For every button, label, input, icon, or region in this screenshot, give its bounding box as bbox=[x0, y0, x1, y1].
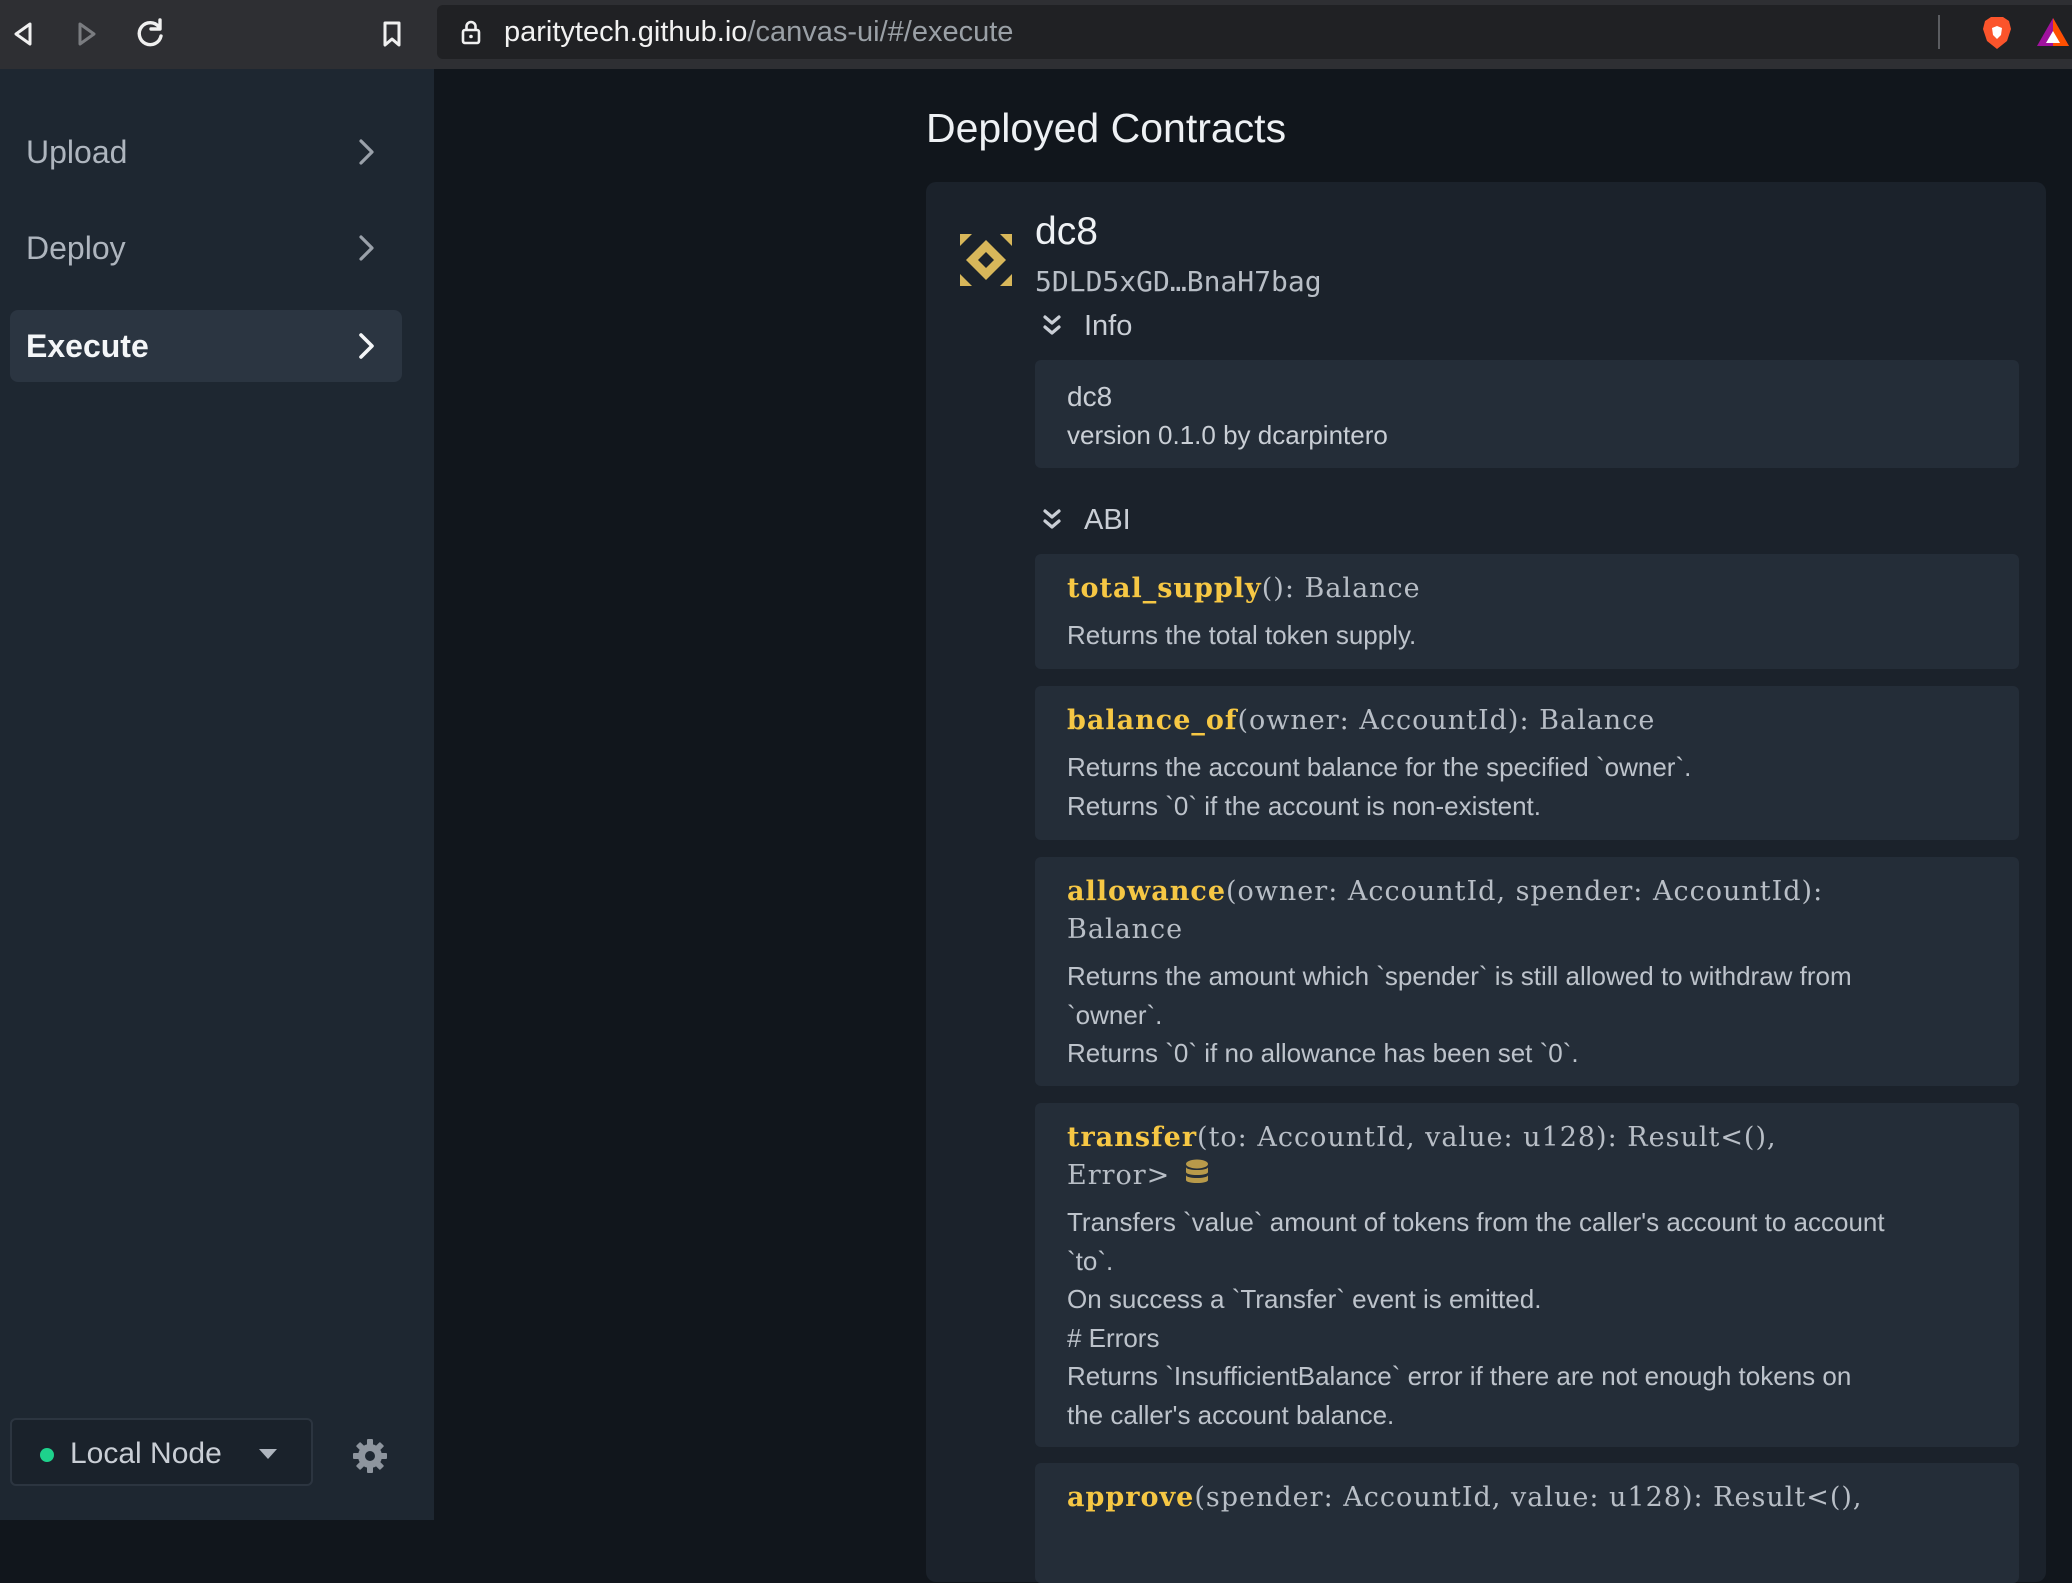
message-name: approve bbox=[1067, 1482, 1195, 1513]
abi-message-balance-of[interactable]: balance_of(owner: AccountId): Balance Re… bbox=[1035, 686, 2019, 840]
sidebar-item-execute[interactable]: Execute bbox=[10, 310, 402, 382]
message-signature: total_supply(): Balance bbox=[1067, 570, 1987, 608]
url-host: paritytech.github.io bbox=[504, 16, 748, 48]
info-toggle-label: Info bbox=[1084, 309, 1133, 342]
page-title: Deployed Contracts bbox=[926, 105, 1287, 151]
abi-toggle[interactable]: ABI bbox=[1040, 502, 1131, 538]
message-doc: Returns the total token supply. bbox=[1067, 620, 1417, 650]
abi-message-allowance[interactable]: allowance(owner: AccountId, spender: Acc… bbox=[1035, 857, 2019, 1086]
caret-down-icon bbox=[259, 1449, 277, 1459]
sidebar-item-label: Upload bbox=[26, 133, 128, 170]
abi-message-approve[interactable]: approve(spender: AccountId, value: u128)… bbox=[1035, 1463, 2019, 1583]
info-version: version 0.1.0 by dcarpintero bbox=[1067, 420, 1388, 450]
sidebar-item-upload[interactable]: Upload bbox=[10, 116, 402, 188]
message-signature: transfer(to: AccountId, value: u128): Re… bbox=[1067, 1119, 1987, 1195]
sidebar-item-label: Execute bbox=[26, 327, 149, 364]
message-name: total_supply bbox=[1067, 573, 1262, 604]
contract-info-panel: dc8 version 0.1.0 by dcarpintero bbox=[1035, 360, 2019, 468]
contract-identicon bbox=[960, 234, 1012, 286]
coins-stack-icon bbox=[1186, 1159, 1209, 1183]
divider bbox=[1938, 15, 1940, 49]
message-name: balance_of bbox=[1067, 705, 1238, 736]
back-icon[interactable] bbox=[4, 14, 44, 54]
url-path: /canvas-ui/#/execute bbox=[747, 16, 1014, 48]
contract-name: dc8 bbox=[1035, 210, 1098, 253]
message-name: transfer bbox=[1067, 1122, 1198, 1153]
lock-icon bbox=[457, 18, 485, 46]
abi-message-transfer[interactable]: transfer(to: AccountId, value: u128): Re… bbox=[1035, 1103, 2019, 1447]
forward-icon[interactable] bbox=[66, 14, 106, 54]
address-bar[interactable]: paritytech.github.io/canvas-ui/#/execute bbox=[437, 5, 2072, 59]
message-params: (): Balance bbox=[1261, 573, 1421, 604]
sidebar-item-label: Deploy bbox=[26, 229, 126, 266]
node-status-dot bbox=[40, 1448, 54, 1462]
brave-rewards-icon[interactable] bbox=[2035, 15, 2071, 51]
message-signature: balance_of(owner: AccountId): Balance bbox=[1067, 702, 1987, 740]
message-name: allowance bbox=[1067, 876, 1227, 907]
sidebar: Upload Deploy Execute bbox=[0, 69, 434, 1520]
message-params: (spender: AccountId, value: u128): Resul… bbox=[1194, 1482, 1863, 1513]
info-name: dc8 bbox=[1067, 381, 1113, 412]
chevron-right-icon bbox=[359, 235, 374, 261]
brave-shields-icon[interactable] bbox=[1977, 13, 2017, 53]
chevron-right-icon bbox=[359, 333, 374, 359]
message-signature: allowance(owner: AccountId, spender: Acc… bbox=[1067, 873, 1987, 949]
contract-address[interactable]: 5DLD5xGD…BnaH7bag bbox=[1035, 265, 1322, 298]
chevron-right-icon bbox=[359, 139, 374, 165]
sidebar-item-deploy[interactable]: Deploy bbox=[10, 212, 402, 284]
info-toggle[interactable]: Info bbox=[1040, 308, 1132, 344]
message-signature: approve(spender: AccountId, value: u128)… bbox=[1067, 1479, 1987, 1517]
message-doc: Transfers `value` amount of tokens from … bbox=[1067, 1207, 1885, 1430]
node-label: Local Node bbox=[70, 1437, 222, 1470]
bookmark-icon[interactable] bbox=[372, 14, 412, 54]
reload-icon[interactable] bbox=[130, 14, 170, 54]
gear-icon[interactable] bbox=[350, 1436, 390, 1476]
message-params: (owner: AccountId): Balance bbox=[1237, 705, 1656, 736]
message-doc: Returns the account balance for the spec… bbox=[1067, 752, 1692, 821]
chevrons-down-icon bbox=[1043, 315, 1061, 335]
chevrons-down-icon bbox=[1043, 509, 1061, 529]
message-doc: Returns the amount which `spender` is st… bbox=[1067, 961, 1852, 1068]
node-selector[interactable]: Local Node bbox=[10, 1418, 313, 1486]
url-text: paritytech.github.io/canvas-ui/#/execute bbox=[504, 16, 1013, 48]
abi-message-total-supply[interactable]: total_supply(): Balance Returns the tota… bbox=[1035, 554, 2019, 669]
abi-toggle-label: ABI bbox=[1084, 503, 1131, 536]
browser-toolbar: paritytech.github.io/canvas-ui/#/execute bbox=[0, 0, 2072, 69]
